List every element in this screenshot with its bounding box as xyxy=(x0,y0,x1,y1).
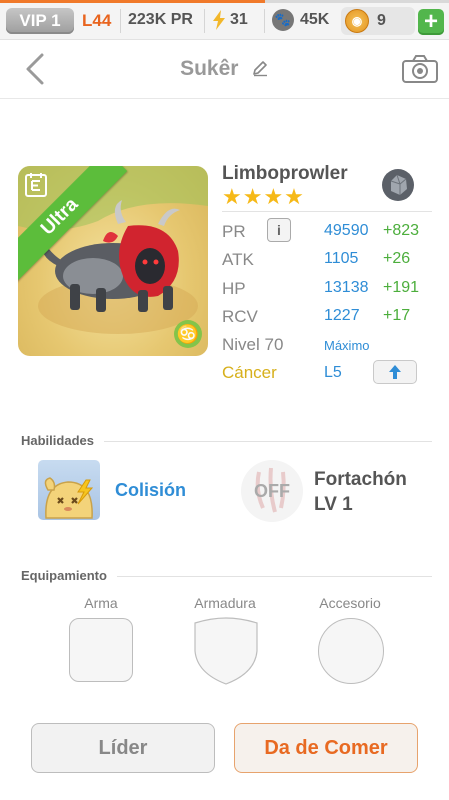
coin-icon: ◉ xyxy=(345,9,369,33)
stat-label-rcv: RCV xyxy=(222,307,258,326)
zodiac-upgrade-button[interactable] xyxy=(373,360,417,384)
divider xyxy=(120,9,121,33)
status-bar: VIP 1 L44 223K PR 31 🐾 45K ◉ 9 + xyxy=(0,3,449,40)
energy-counter[interactable]: 31 xyxy=(212,10,248,30)
skills-heading: Habilidades xyxy=(21,433,104,448)
stat-label-pr: PR xyxy=(222,222,246,241)
skill-name-fortachon: Fortachón xyxy=(314,469,407,490)
stat-value-pr: 49590 xyxy=(324,222,369,239)
card-icon xyxy=(25,173,47,197)
level-label: Nivel 70 xyxy=(222,335,284,354)
rarity-stars: ★★★★ xyxy=(222,184,305,209)
arrow-up-icon xyxy=(389,365,401,379)
stat-label-hp: HP xyxy=(222,279,246,298)
zodiac-label: Cáncer xyxy=(222,363,277,382)
energy-value: 31 xyxy=(230,11,248,28)
divider xyxy=(222,211,432,212)
cancer-zodiac-icon: ♋ xyxy=(174,320,202,348)
food-counter[interactable]: 🐾 45K xyxy=(272,9,329,31)
coin-counter[interactable]: ◉ 9 xyxy=(341,7,415,35)
stat-label-atk: ATK xyxy=(222,250,254,269)
title-area: Sukêr xyxy=(0,57,449,81)
coin-value: 9 xyxy=(377,12,386,29)
divider xyxy=(204,9,205,33)
feed-button[interactable]: Da de Comer xyxy=(234,723,418,773)
skill-slot-off[interactable]: OFF xyxy=(241,460,303,522)
page-title: Sukêr xyxy=(180,57,239,80)
skill-name-collision[interactable]: Colisión xyxy=(115,480,186,501)
info-icon[interactable]: i xyxy=(267,218,291,242)
rock-element-icon xyxy=(382,169,414,201)
skill-off-label: OFF xyxy=(254,480,290,501)
lightning-icon xyxy=(213,10,225,30)
player-level: L44 xyxy=(82,11,112,30)
divider xyxy=(264,9,265,33)
accessory-slot[interactable] xyxy=(318,618,384,684)
camera-icon[interactable] xyxy=(401,54,439,84)
header: Sukêr xyxy=(0,40,449,99)
edit-pencil-icon[interactable] xyxy=(251,59,269,77)
weapon-label: Arma xyxy=(84,595,118,611)
stat-value-rcv: 1227 xyxy=(324,307,360,324)
stat-value-atk: 1105 xyxy=(324,250,359,267)
paw-icon: 🐾 xyxy=(272,9,294,31)
armor-label: Armadura xyxy=(194,595,256,611)
armor-slot[interactable] xyxy=(193,617,259,685)
equipment-heading: Equipamiento xyxy=(21,568,117,583)
accessory-label: Accesorio xyxy=(319,595,381,611)
leader-button[interactable]: Líder xyxy=(31,723,215,773)
weapon-slot[interactable] xyxy=(69,618,133,682)
stat-bonus-pr: +823 xyxy=(383,222,420,239)
stat-bonus-atk: +26 xyxy=(383,250,411,267)
food-value: 45K xyxy=(300,11,330,28)
pet-name: Limboprowler xyxy=(222,163,348,184)
collision-skill-icon[interactable] xyxy=(38,460,100,520)
skill-level: LV 1 xyxy=(314,494,353,515)
stat-bonus-hp: +191 xyxy=(383,279,420,296)
stat-value-hp: 13138 xyxy=(324,279,369,296)
collision-creature-icon xyxy=(44,477,94,519)
pet-portrait[interactable]: Ultra ♋ xyxy=(18,166,208,356)
zodiac-level: L5 xyxy=(324,364,342,381)
add-coins-button[interactable]: + xyxy=(418,9,444,35)
level-max-value: Máximo xyxy=(324,338,370,353)
vip-badge[interactable]: VIP 1 xyxy=(6,8,74,34)
player-pr: 223K PR xyxy=(128,11,193,28)
stat-bonus-rcv: +17 xyxy=(383,307,411,324)
